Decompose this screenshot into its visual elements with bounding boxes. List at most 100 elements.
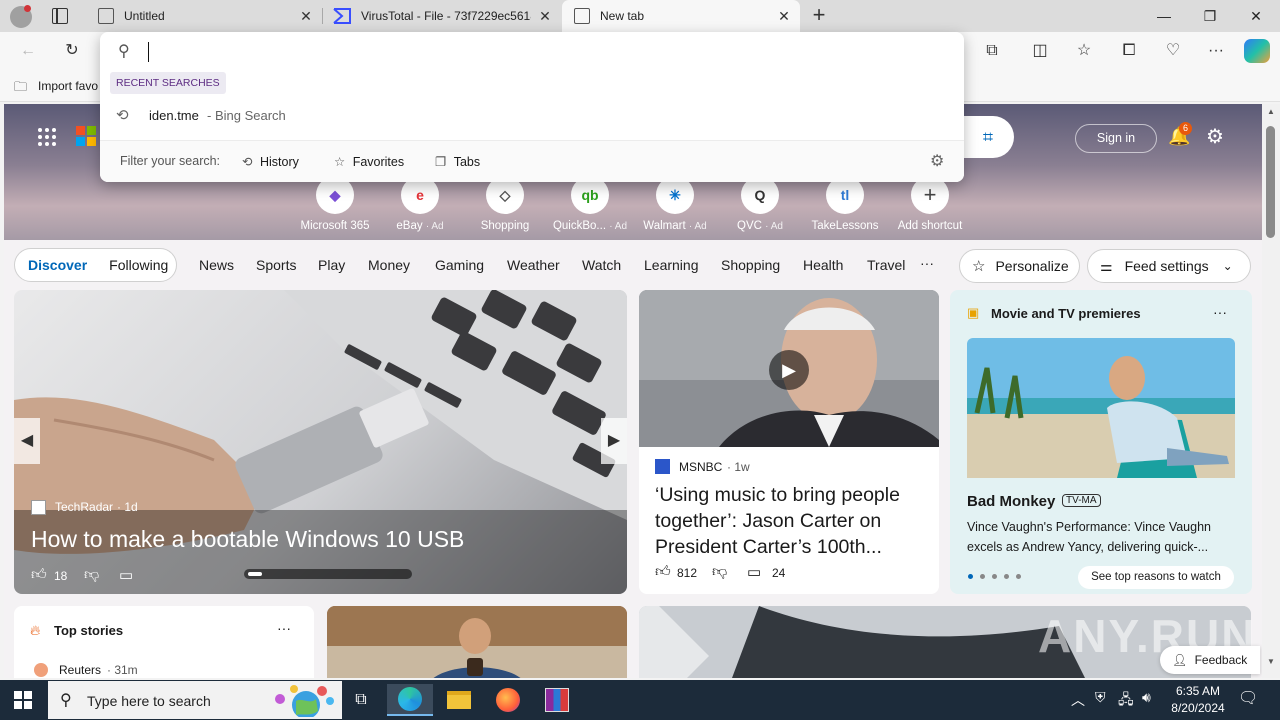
start-button[interactable] bbox=[0, 684, 46, 716]
volume-icon[interactable]: 🔊︎ bbox=[1142, 689, 1151, 706]
vertical-scrollbar[interactable]: ▲ ▼ bbox=[1262, 104, 1280, 678]
filter-history-button[interactable]: ⟲ History bbox=[242, 151, 299, 173]
comment-icon[interactable]: ▭ bbox=[119, 566, 133, 584]
nav-play[interactable]: Play bbox=[318, 257, 345, 273]
nav-watch[interactable]: Watch bbox=[582, 257, 621, 273]
system-clock[interactable]: 6:35 AM 8/20/2024 bbox=[1163, 683, 1233, 717]
search-settings-gear-icon[interactable]: ⚙ bbox=[930, 151, 944, 171]
file-explorer-icon[interactable] bbox=[436, 684, 482, 716]
tile-walmart[interactable]: ✳ Walmart · Ad bbox=[633, 176, 717, 232]
nav-money[interactable]: Money bbox=[368, 257, 410, 273]
card-pager-dots bbox=[968, 574, 1024, 580]
tile-qvc[interactable]: Q QVC · Ad bbox=[718, 176, 802, 232]
tile-ebay[interactable]: e eBay · Ad bbox=[378, 176, 462, 232]
restore-button[interactable]: ❐ bbox=[1187, 0, 1233, 32]
nav-shopping[interactable]: Shopping bbox=[721, 257, 780, 273]
taskbar-search-box[interactable]: ⚲ Type here to search bbox=[48, 681, 342, 719]
carousel-next-button[interactable]: ▶ bbox=[601, 418, 627, 464]
close-window-button[interactable]: ✕ bbox=[1233, 0, 1279, 32]
scroll-down-arrow[interactable]: ▼ bbox=[1267, 657, 1275, 666]
comment-icon[interactable]: ▭ bbox=[747, 563, 761, 581]
nav-health[interactable]: Health bbox=[803, 257, 843, 273]
scroll-up-arrow[interactable]: ▲ bbox=[1267, 107, 1275, 116]
tile-add-shortcut[interactable]: + Add shortcut bbox=[888, 176, 972, 232]
sign-in-button[interactable]: Sign in bbox=[1075, 124, 1157, 153]
split-screen-icon[interactable]: ◫ bbox=[1028, 40, 1052, 62]
show-title[interactable]: Bad Monkey bbox=[967, 493, 1055, 510]
tile-shopping[interactable]: ◇ Shopping bbox=[463, 176, 547, 232]
back-button[interactable]: ← bbox=[16, 40, 40, 62]
more-options-icon[interactable]: ··· bbox=[1213, 304, 1227, 320]
bad-monkey-poster-image bbox=[967, 338, 1235, 478]
nav-more-icon[interactable]: ··· bbox=[920, 255, 934, 271]
close-tab-icon[interactable]: ✕ bbox=[537, 8, 553, 25]
minimize-button[interactable]: — bbox=[1141, 0, 1187, 32]
like-icon[interactable]: 👍︎ bbox=[655, 563, 671, 581]
movie-premieres-card[interactable]: ▣ Movie and TV premieres ··· Bad Monkey … bbox=[950, 290, 1252, 594]
tile-ad-label: · Ad bbox=[609, 221, 628, 232]
profile-avatar[interactable] bbox=[10, 5, 32, 28]
extensions-icon[interactable]: ⧉ bbox=[980, 40, 1004, 62]
tile-takelessons[interactable]: tl TakeLessons bbox=[803, 176, 887, 232]
favorites-star-icon[interactable]: ☆ bbox=[1072, 40, 1096, 62]
filter-favorites-button[interactable]: ☆ Favorites bbox=[334, 151, 404, 173]
play-video-button[interactable]: ▶ bbox=[769, 350, 809, 390]
nav-weather[interactable]: Weather bbox=[507, 257, 560, 273]
tab-discover[interactable]: Discover bbox=[28, 257, 87, 273]
more-menu-icon[interactable]: ··· bbox=[1204, 40, 1228, 62]
collections-icon[interactable]: ⧠ bbox=[1117, 40, 1141, 62]
firefox-icon[interactable] bbox=[485, 684, 531, 716]
tab-following[interactable]: Following bbox=[109, 257, 168, 273]
microsoft-logo-icon[interactable] bbox=[76, 126, 96, 146]
feed-toggle: Discover Following bbox=[14, 248, 177, 282]
filter-tabs-button[interactable]: ❐ Tabs bbox=[435, 151, 480, 173]
address-input[interactable] bbox=[148, 42, 908, 62]
notification-center-icon[interactable]: 🗨︎ bbox=[1238, 688, 1258, 708]
news-story-card[interactable]: ▶ MSNBC · 1w ‘Using music to bring peopl… bbox=[639, 290, 939, 594]
scrollbar-thumb[interactable] bbox=[1266, 126, 1275, 238]
edge-taskbar-icon[interactable] bbox=[387, 684, 433, 716]
close-tab-icon[interactable]: ✕ bbox=[298, 8, 314, 25]
like-icon[interactable]: 👍︎ bbox=[31, 566, 47, 584]
settings-gear-icon[interactable]: ⚙ bbox=[1206, 124, 1224, 149]
app-launcher-icon[interactable] bbox=[38, 128, 56, 146]
tab-new-tab[interactable]: New tab ✕ bbox=[562, 0, 800, 32]
security-center-icon[interactable]: ⛨ bbox=[1095, 689, 1106, 706]
personalize-button[interactable]: ☆ Personalize bbox=[959, 249, 1080, 283]
visual-search-icon[interactable]: ⌗ bbox=[962, 116, 1014, 158]
copilot-icon[interactable] bbox=[1244, 39, 1270, 63]
story-title[interactable]: ‘Using music to bring people together’: … bbox=[655, 482, 929, 560]
nav-gaming[interactable]: Gaming bbox=[435, 257, 484, 273]
nav-news[interactable]: News bbox=[199, 257, 234, 273]
story-title[interactable]: How to make a bootable Windows 10 USB bbox=[31, 526, 464, 553]
feedback-button[interactable]: 👤︎ Feedback bbox=[1160, 646, 1260, 674]
new-tab-button[interactable]: + bbox=[808, 3, 830, 27]
tab-untitled[interactable]: Untitled ✕ bbox=[84, 0, 322, 32]
winrar-icon[interactable] bbox=[534, 684, 580, 716]
close-tab-icon[interactable]: ✕ bbox=[776, 8, 792, 25]
nav-learning[interactable]: Learning bbox=[644, 257, 699, 273]
dislike-icon[interactable]: 👎︎ bbox=[84, 566, 99, 584]
refresh-button[interactable]: ↻ bbox=[60, 40, 84, 62]
carousel-prev-button[interactable]: ◀ bbox=[14, 418, 40, 464]
tab-virustotal[interactable]: VirusTotal - File - 73f7229ec5618a ✕ bbox=[323, 0, 561, 32]
feed-settings-button[interactable]: ⚌ Feed settings ⌄ bbox=[1087, 249, 1251, 283]
task-view-icon[interactable]: ⧉ bbox=[338, 684, 384, 716]
tab-actions-icon[interactable] bbox=[52, 8, 68, 24]
recent-search-item[interactable]: ⟲ iden.tme - Bing Search bbox=[100, 102, 964, 130]
import-favorites-link[interactable]: Import favo bbox=[38, 79, 98, 93]
lifestyle-story-card[interactable] bbox=[327, 606, 627, 678]
see-top-reasons-button[interactable]: See top reasons to watch bbox=[1078, 566, 1234, 589]
dislike-icon[interactable]: 👎︎ bbox=[712, 563, 727, 581]
network-icon[interactable]: 🖧︎ bbox=[1118, 689, 1134, 713]
show-hidden-icons-chevron-icon[interactable]: ︿ bbox=[1071, 690, 1085, 710]
tile-quickbooks[interactable]: qb QuickBo... · Ad bbox=[548, 176, 632, 232]
main-story-card[interactable]: ◀ ▶ TechRadar · 1d How to make a bootabl… bbox=[14, 290, 627, 594]
more-options-icon[interactable]: ··· bbox=[277, 620, 291, 636]
tile-microsoft365[interactable]: ◆ Microsoft 365 bbox=[293, 176, 377, 232]
browser-essentials-icon[interactable]: ♡ bbox=[1161, 40, 1185, 62]
flame-icon: 🔥︎ bbox=[30, 622, 41, 638]
nav-travel[interactable]: Travel bbox=[867, 257, 905, 273]
nav-sports[interactable]: Sports bbox=[256, 257, 296, 273]
new-tab-page-icon bbox=[574, 8, 590, 24]
